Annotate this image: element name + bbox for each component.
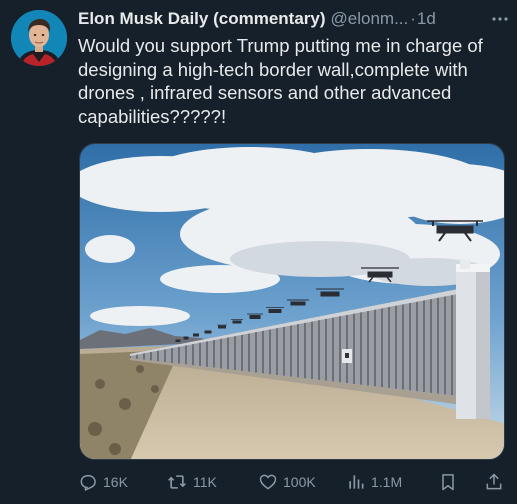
reply-count: 16K	[103, 474, 128, 490]
separator: ·	[410, 9, 416, 28]
tweet: Elon Musk Daily (commentary) @elonm... ·…	[0, 0, 517, 504]
tweet-actions: 16K 11K 100K 1.1M	[74, 470, 514, 494]
repost-count: 11K	[193, 474, 217, 490]
like-count: 100K	[283, 474, 316, 490]
avatar-image	[11, 10, 67, 66]
like-button[interactable]: 100K	[258, 470, 316, 494]
views-icon	[349, 475, 364, 489]
tweet-text: Would you support Trump putting me in ch…	[78, 35, 483, 127]
views-button[interactable]: 1.1M	[346, 470, 402, 494]
reply-icon	[80, 475, 96, 491]
bookmark-button[interactable]	[438, 470, 458, 494]
display-name[interactable]: Elon Musk Daily (commentary)	[78, 9, 326, 29]
handle[interactable]: @elonm...	[331, 9, 409, 29]
tweet-media-image[interactable]	[79, 143, 505, 460]
timestamp[interactable]: 1d	[417, 9, 436, 29]
repost-icon	[168, 475, 186, 489]
avatar[interactable]	[11, 10, 67, 66]
border-wall-drones-image	[80, 144, 504, 459]
bookmark-icon	[442, 474, 454, 491]
heart-icon	[259, 474, 277, 490]
more-button[interactable]	[490, 8, 510, 30]
repost-button[interactable]: 11K	[166, 470, 217, 494]
share-icon	[486, 473, 502, 490]
more-horizontal-icon	[492, 17, 508, 21]
share-button[interactable]	[484, 470, 504, 494]
views-count: 1.1M	[371, 474, 403, 490]
tweet-header: Elon Musk Daily (commentary) @elonm... ·…	[78, 8, 510, 30]
reply-button[interactable]: 16K	[78, 470, 128, 494]
